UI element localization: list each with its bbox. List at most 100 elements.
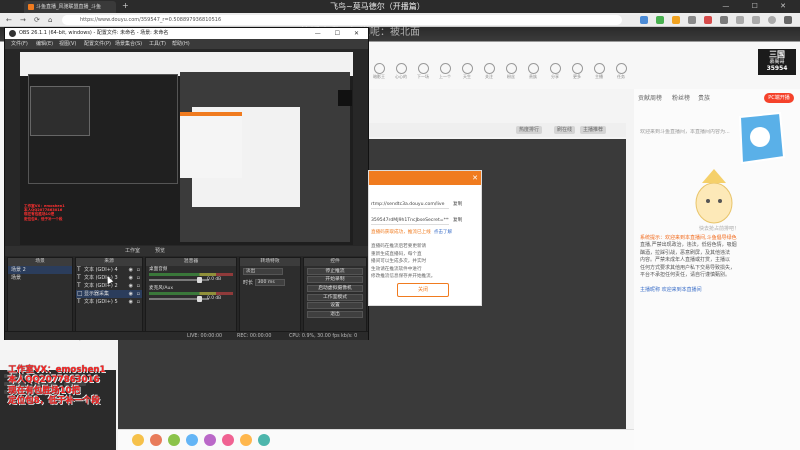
source-item[interactable]: T 文本 (GDI+) 4 ◉ ▫ (76, 266, 142, 274)
scene-item[interactable]: 场景 2 (8, 266, 72, 274)
gift-icon (593, 63, 605, 74)
transition-select[interactable]: 淡出 (243, 268, 283, 275)
back-icon[interactable]: ← (6, 13, 12, 27)
gift-item[interactable]: 关注 (478, 63, 500, 79)
dialog-close-button[interactable]: 关闭 (397, 283, 449, 297)
rtmp-url-field[interactable]: rtmp://sendtc3a.douyu.com/live (371, 201, 449, 209)
gift-icon[interactable] (150, 434, 162, 446)
copy-key-button[interactable]: 复制 (453, 217, 462, 225)
eye-icon[interactable]: ◉ (129, 274, 133, 282)
gift-item[interactable]: 上一个 (434, 63, 456, 79)
gift-icon[interactable] (132, 434, 144, 446)
obs-menu-item[interactable]: 配置文件(P) (84, 39, 111, 49)
studio-mode-label[interactable]: 工作室 (125, 246, 140, 256)
rank-tab[interactable]: 贵族 (698, 93, 710, 105)
window-controls[interactable]: — ☐ ✕ (722, 0, 796, 13)
home-icon[interactable]: ⌂ (48, 13, 52, 27)
gift-icon[interactable] (168, 434, 180, 446)
gift-icon[interactable] (240, 434, 252, 446)
douyu-favicon-icon (28, 4, 34, 10)
source-item[interactable]: T 文本 (GDI+) 5 ◉ ▫ (76, 298, 142, 306)
gift-item[interactable]: 更多 (566, 63, 588, 79)
favorites-icon[interactable] (736, 16, 744, 24)
extension-icon[interactable] (688, 16, 696, 24)
obs-menu-item[interactable]: 场景集合(S) (115, 39, 142, 49)
gift-item[interactable]: 暗影王 (368, 63, 390, 79)
close-icon[interactable]: ✕ (472, 171, 478, 185)
gift-item[interactable]: 任务 (610, 63, 632, 79)
lock-icon[interactable]: ▫ (137, 298, 140, 306)
extension-icon[interactable] (704, 16, 712, 24)
lock-icon[interactable]: ▫ (137, 266, 140, 274)
gift-icon[interactable] (204, 434, 216, 446)
promo-line: 定位包8，低于补一个段 (8, 396, 100, 407)
volume-knob[interactable] (196, 296, 202, 302)
gift-item[interactable]: 粉丝 (500, 63, 522, 79)
gift-item[interactable]: 主播 (588, 63, 610, 79)
gift-item[interactable]: 贵族 (522, 63, 544, 79)
stream-key-field[interactable]: 359547rdMJ9h1TncJbseSecret=******** (371, 217, 449, 225)
chat-line: 主播昵称 欢迎来到本直播间 (640, 286, 702, 293)
rank-tab[interactable]: 贡献周榜 (638, 93, 662, 105)
volume-value: 0.0 dB (207, 296, 222, 301)
chat-line (640, 279, 796, 286)
profile-icon[interactable] (768, 16, 776, 24)
extension-icon[interactable] (640, 16, 648, 24)
url-input[interactable]: https://www.douyu.com/359547_r=0.5088979… (62, 15, 622, 25)
eye-icon[interactable]: ◉ (129, 266, 133, 274)
gift-icon[interactable] (258, 434, 270, 446)
eye-icon[interactable]: ◉ (129, 298, 133, 306)
obs-window-controls[interactable]: — ☐ ✕ (315, 28, 365, 39)
obs-preview[interactable]: 工作室VX：emoshen1 本人QQ2077863016 现在有包胜场10把 … (20, 52, 353, 245)
mascot-text: 快去抢占前排吧！ (698, 226, 739, 232)
menu-icon[interactable] (784, 16, 792, 24)
extension-icon[interactable] (656, 16, 664, 24)
eye-icon[interactable]: ◉ (129, 282, 133, 290)
gift-item[interactable]: 心心的 (390, 63, 412, 79)
source-item[interactable]: □ 显示器采集 ◉ ▫ (76, 290, 142, 298)
gift-icon[interactable] (186, 434, 198, 446)
obs-control-button[interactable]: 启动虚拟摄像机 (307, 284, 363, 293)
gift-item[interactable]: 分享 (544, 63, 566, 79)
refresh-icon[interactable]: ⟳ (34, 13, 40, 27)
scene-item[interactable]: 场景 (8, 274, 72, 282)
gift-item[interactable]: 天生 (456, 63, 478, 79)
forward-icon[interactable]: → (20, 13, 26, 27)
eye-icon[interactable]: ◉ (129, 290, 133, 298)
extension-icon[interactable] (720, 16, 728, 24)
player-bar-item[interactable]: 刷在线 (554, 126, 576, 134)
obs-control-button[interactable]: 设置 (307, 302, 363, 310)
player-bar-item[interactable]: 热度排行 (516, 126, 543, 134)
gift-item[interactable]: 下一场 (412, 63, 434, 79)
obs-control-button[interactable]: 停止推流 (307, 267, 363, 275)
obs-menu-item[interactable]: 工具(T) (149, 39, 166, 49)
extension-icon[interactable] (672, 16, 680, 24)
rank-tab[interactable]: 粉丝榜 (672, 93, 690, 105)
obs-control-button[interactable]: 工作室模式 (307, 293, 363, 301)
collections-icon[interactable] (752, 16, 760, 24)
browser-tab[interactable]: 斗鱼直播_风驰联盟直播_斗鱼 ✕ (24, 1, 116, 13)
volume-slider[interactable]: 0.0 dB (149, 296, 233, 302)
obs-menu-item[interactable]: 视图(V) (59, 39, 76, 49)
obs-control-button[interactable]: 退出 (307, 310, 363, 319)
volume-slider[interactable]: 0.0 dB (149, 277, 233, 283)
promo-line: 现在有包胜场10把 (8, 385, 81, 396)
preview-label[interactable]: 预览 (155, 246, 165, 256)
copy-url-button[interactable]: 复制 (453, 201, 462, 209)
dialog-text-line: 生效请在推流软件中进行 (371, 266, 422, 272)
obs-menu-item[interactable]: 编辑(E) (36, 39, 53, 49)
gift-icon[interactable] (222, 434, 234, 446)
volume-knob[interactable] (196, 277, 202, 283)
player-bar-item[interactable]: 主播推荐 (580, 126, 607, 134)
obs-menu-item[interactable]: 帮助(H) (172, 39, 190, 49)
lock-icon[interactable]: ▫ (137, 282, 140, 290)
lock-icon[interactable]: ▫ (137, 274, 140, 282)
duration-input[interactable]: 300 ms (254, 279, 285, 286)
obs-menu-item[interactable]: 文件(F) (11, 39, 28, 49)
new-tab-icon[interactable]: + (122, 0, 129, 12)
gift-label: 上一个 (439, 74, 451, 79)
learn-more-link[interactable]: 点击了解 (434, 230, 452, 235)
lock-icon[interactable]: ▫ (137, 290, 140, 298)
pc-live-pill[interactable]: PC端开播 (764, 93, 794, 103)
obs-control-button[interactable]: 开始录制 (307, 276, 363, 284)
